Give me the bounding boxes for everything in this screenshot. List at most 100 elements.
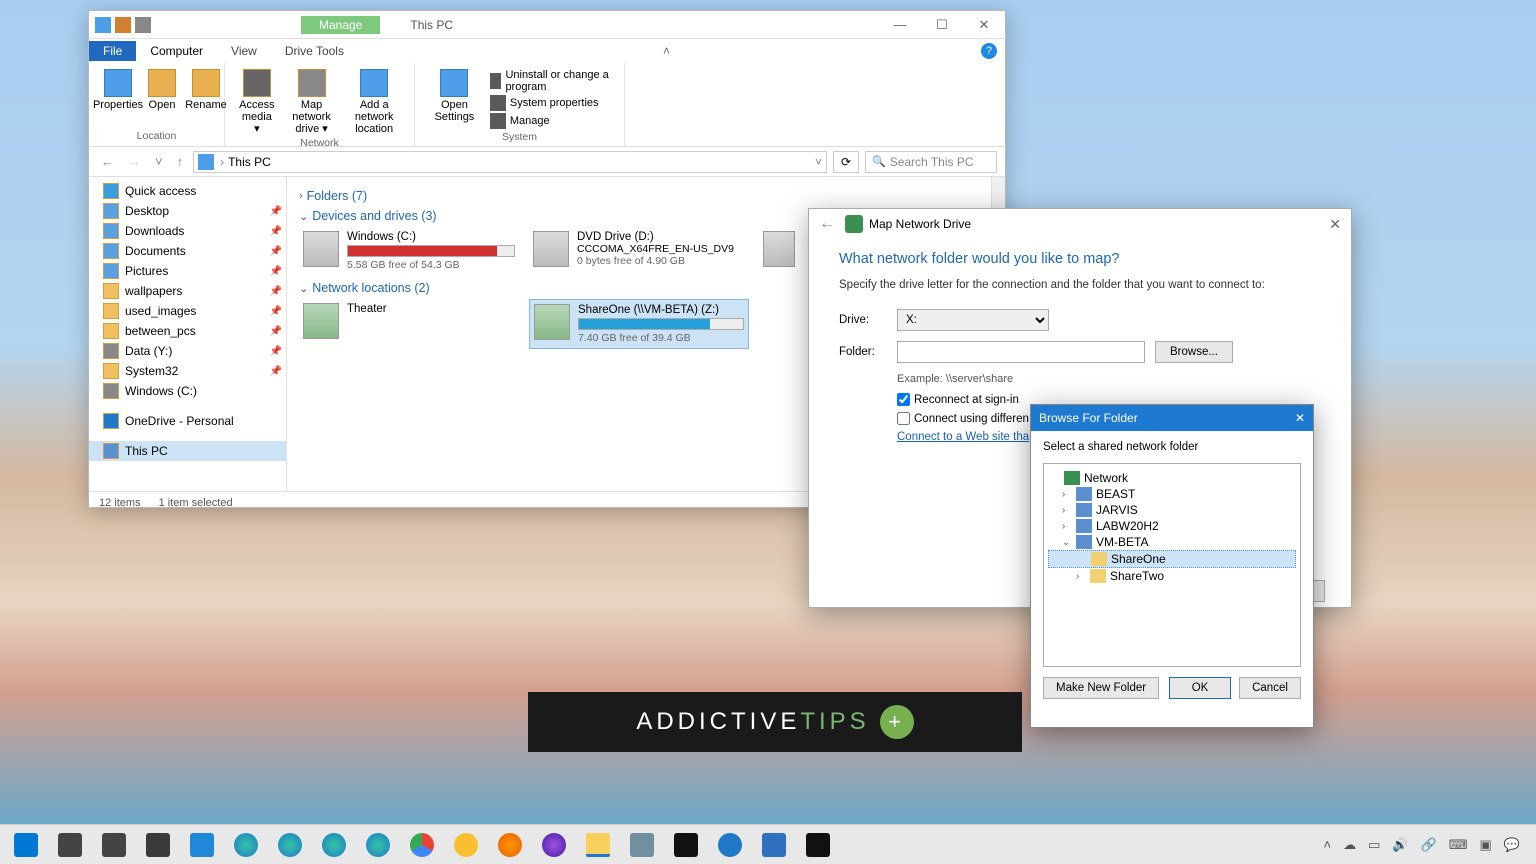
open-settings-button[interactable]: Open Settings: [423, 67, 486, 131]
forward-button[interactable]: →: [124, 154, 145, 169]
nav-documents[interactable]: Documents📌: [89, 241, 286, 261]
chrome-canary-icon[interactable]: [454, 833, 478, 857]
breadcrumb[interactable]: This PC: [228, 155, 271, 169]
nav-downloads[interactable]: Downloads📌: [89, 221, 286, 241]
computer-tab[interactable]: Computer: [136, 41, 217, 61]
ime-tray-icon[interactable]: ⌨: [1449, 837, 1468, 853]
onedrive-tray-icon[interactable]: ☁: [1343, 837, 1356, 853]
drive-dvd-d[interactable]: DVD Drive (D:) CCCOMA_X64FRE_EN-US_DV9 0…: [529, 227, 749, 275]
manage-button[interactable]: Manage: [490, 113, 612, 129]
photos-icon[interactable]: [762, 833, 786, 857]
display-tray-icon[interactable]: ▭: [1368, 837, 1380, 853]
nav-data-y[interactable]: Data (Y:)📌: [89, 341, 286, 361]
edge-dev-icon[interactable]: [322, 833, 346, 857]
ok-button[interactable]: OK: [1169, 677, 1231, 699]
make-new-folder-button[interactable]: Make New Folder: [1043, 677, 1159, 699]
back-button[interactable]: ←: [819, 215, 835, 233]
close-button[interactable]: ✕: [963, 17, 1005, 33]
tree-labw20h2[interactable]: ›LABW20H2: [1048, 518, 1296, 534]
address-bar[interactable]: › This PC ˅: [193, 151, 827, 173]
folders-section[interactable]: Folders (7): [299, 189, 993, 203]
cancel-button[interactable]: Cancel: [1239, 677, 1301, 699]
nav-system32[interactable]: System32📌: [89, 361, 286, 381]
qat-icon[interactable]: [135, 17, 151, 33]
back-button[interactable]: ←: [97, 154, 118, 169]
navigation-pane[interactable]: Quick access Desktop📌 Downloads📌 Documen…: [89, 177, 287, 491]
browse-button[interactable]: Browse...: [1155, 341, 1233, 363]
edge-icon[interactable]: [234, 833, 258, 857]
tray-overflow-icon[interactable]: ˄: [1323, 837, 1331, 852]
nav-windows-c[interactable]: Windows (C:): [89, 381, 286, 401]
manage-contextual-tab[interactable]: Manage: [301, 16, 380, 34]
nav-pictures[interactable]: Pictures📌: [89, 261, 286, 281]
dialog-titlebar[interactable]: Browse For Folder ✕: [1031, 405, 1313, 431]
qat-icon[interactable]: [115, 17, 131, 33]
uninstall-program-button[interactable]: Uninstall or change a program: [490, 69, 612, 93]
firefox-nightly-icon[interactable]: [542, 833, 566, 857]
tree-jarvis[interactable]: ›JARVIS: [1048, 502, 1296, 518]
nav-onedrive[interactable]: OneDrive - Personal: [89, 411, 286, 431]
tree-beast[interactable]: ›BEAST: [1048, 486, 1296, 502]
nav-wallpapers[interactable]: wallpapers📌: [89, 281, 286, 301]
quick-access[interactable]: Quick access: [89, 181, 286, 201]
battery-tray-icon[interactable]: ▣: [1480, 837, 1492, 853]
file-tab[interactable]: File: [89, 41, 136, 61]
titlebar[interactable]: Manage This PC — ☐ ✕: [89, 11, 1005, 39]
start-button[interactable]: [14, 833, 38, 857]
edge-canary-icon[interactable]: [366, 833, 390, 857]
refresh-button[interactable]: ⟳: [833, 151, 859, 173]
nav-this-pc[interactable]: This PC: [89, 441, 286, 461]
tree-sharetwo[interactable]: ›ShareTwo: [1048, 568, 1296, 584]
access-media-button[interactable]: Access media ▾: [233, 67, 281, 137]
network-tray-icon[interactable]: 🔗: [1421, 837, 1437, 853]
search-input[interactable]: Search This PC: [865, 151, 997, 173]
open-button[interactable]: Open: [141, 67, 183, 113]
maximize-button[interactable]: ☐: [921, 17, 963, 33]
properties-button[interactable]: Properties: [97, 67, 139, 113]
action-center-icon[interactable]: 💬: [1504, 837, 1520, 853]
minimize-button[interactable]: —: [879, 17, 921, 33]
file-explorer-icon[interactable]: [586, 833, 610, 857]
minimize-ribbon-icon[interactable]: ˄: [663, 44, 670, 58]
recent-button[interactable]: ˅: [151, 154, 167, 169]
map-network-drive-button[interactable]: Map network drive ▾: [283, 67, 341, 137]
nav-between-pcs[interactable]: between_pcs📌: [89, 321, 286, 341]
network-theater[interactable]: Theater: [299, 299, 519, 349]
rename-button[interactable]: Rename: [185, 67, 227, 113]
tree-vm-beta[interactable]: ⌄VM-BETA: [1048, 534, 1296, 550]
terminal-icon[interactable]: [674, 833, 698, 857]
notepad-icon[interactable]: [630, 833, 654, 857]
edge-beta-icon[interactable]: [278, 833, 302, 857]
help-icon[interactable]: ?: [981, 43, 997, 59]
store-icon[interactable]: [146, 833, 170, 857]
tree-network[interactable]: Network: [1048, 470, 1296, 486]
task-view-icon[interactable]: [58, 833, 82, 857]
system-tray[interactable]: ˄ ☁ ▭ 🔊 🔗 ⌨ ▣ 💬: [1323, 837, 1532, 853]
folder-tree[interactable]: Network ›BEAST ›JARVIS ›LABW20H2 ⌄VM-BET…: [1043, 463, 1301, 667]
phone-icon[interactable]: [190, 833, 214, 857]
wizard-titlebar[interactable]: ← Map Network Drive ✕: [809, 209, 1351, 239]
drive-cut[interactable]: [759, 227, 799, 275]
nav-desktop[interactable]: Desktop📌: [89, 201, 286, 221]
add-network-location-button[interactable]: Add a network location: [342, 67, 406, 137]
firefox-icon[interactable]: [498, 833, 522, 857]
view-tab[interactable]: View: [217, 41, 271, 61]
settings-icon[interactable]: [102, 833, 126, 857]
volume-tray-icon[interactable]: 🔊: [1392, 837, 1408, 853]
nav-used-images[interactable]: used_images📌: [89, 301, 286, 321]
drive-select[interactable]: X:: [897, 309, 1049, 331]
cmd-icon[interactable]: [806, 833, 830, 857]
edge-legacy-icon[interactable]: [718, 833, 742, 857]
chrome-icon[interactable]: [410, 833, 434, 857]
qat-icon[interactable]: [95, 17, 111, 33]
drive-tools-tab[interactable]: Drive Tools: [271, 41, 358, 61]
system-properties-button[interactable]: System properties: [490, 95, 612, 111]
tree-shareone[interactable]: ShareOne: [1048, 550, 1296, 568]
network-shareone[interactable]: ShareOne (\\VM-BETA) (Z:) 7.40 GB free o…: [529, 299, 749, 349]
close-button[interactable]: ✕: [1295, 411, 1305, 425]
taskbar[interactable]: ˄ ☁ ▭ 🔊 🔗 ⌨ ▣ 💬: [0, 824, 1536, 864]
drive-windows-c[interactable]: Windows (C:) 5.58 GB free of 54.3 GB: [299, 227, 519, 275]
up-button[interactable]: ↑: [173, 154, 188, 169]
close-button[interactable]: ✕: [1329, 216, 1341, 233]
folder-input[interactable]: [897, 341, 1145, 363]
